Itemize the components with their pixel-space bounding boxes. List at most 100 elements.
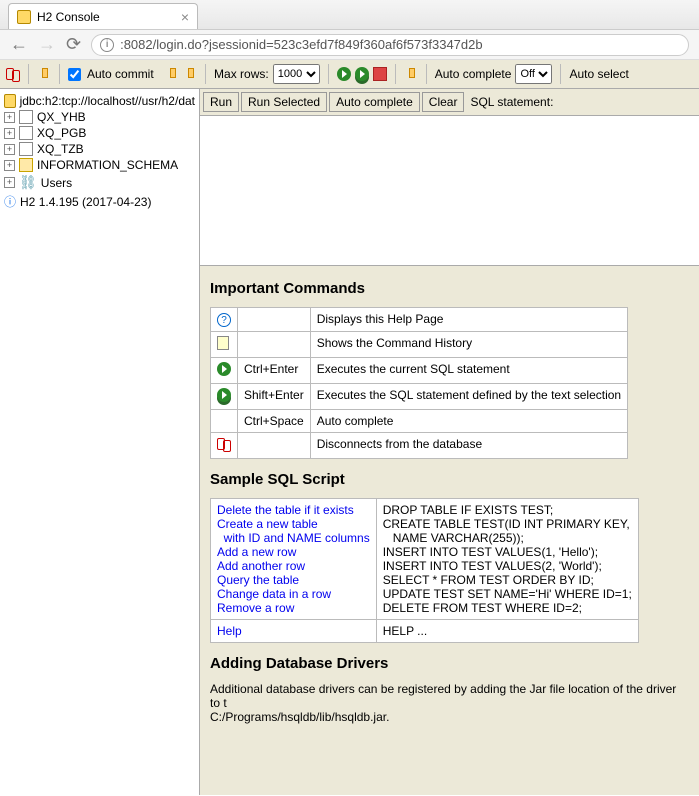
tree-item[interactable]: + INFORMATION_SCHEMA: [4, 157, 195, 173]
disconnect-icon[interactable]: [6, 67, 20, 81]
url-text: :8082/login.do?jsessionid=523c3efd7f849f…: [120, 37, 483, 52]
table-icon: [19, 126, 33, 140]
script-link[interactable]: Remove a row: [217, 601, 294, 615]
reload-button[interactable]: ⟳: [66, 34, 81, 55]
auto-complete-button[interactable]: Auto complete: [329, 92, 420, 112]
commands-table: ? Displays this Help PageShows the Comman…: [210, 307, 628, 459]
command-row: Shows the Command History: [211, 332, 628, 358]
database-icon: [4, 94, 16, 108]
sql-statement-label: SQL statement:: [470, 95, 553, 109]
run-selected-icon[interactable]: [355, 67, 369, 81]
script-links-cell: Delete the table if it exists Create a n…: [211, 499, 377, 620]
script-link[interactable]: Create a new table with ID and NAME colu…: [217, 517, 370, 545]
script-link[interactable]: Delete the table if it exists: [217, 503, 354, 517]
script-sql-cell: DROP TABLE IF EXISTS TEST; CREATE TABLE …: [376, 499, 638, 620]
tree-item[interactable]: + ⛓ Users: [4, 173, 195, 192]
version-row: ⓘ H2 1.4.195 (2017-04-23): [4, 192, 195, 211]
info-icon: ⓘ: [4, 193, 16, 210]
forward-button[interactable]: →: [38, 34, 56, 55]
command-key: [238, 308, 311, 332]
disconnect-icon[interactable]: [217, 437, 231, 451]
command-key: [238, 332, 311, 358]
max-rows-label: Max rows:: [214, 67, 269, 81]
auto-select-label: Auto select: [569, 67, 628, 81]
tree-item[interactable]: + XQ_TZB: [4, 141, 195, 157]
tree-item[interactable]: + XQ_PGB: [4, 125, 195, 141]
table-icon: [19, 142, 33, 156]
help-icon[interactable]: ?: [217, 313, 231, 327]
command-key: Ctrl+Enter: [238, 358, 311, 384]
stop-icon[interactable]: [373, 67, 387, 81]
help-sql-cell: HELP ...: [376, 620, 638, 643]
run-icon[interactable]: [337, 67, 351, 81]
script-link[interactable]: Query the table: [217, 573, 299, 587]
script-heading: Sample SQL Script: [210, 471, 689, 488]
close-icon[interactable]: ×: [181, 9, 189, 25]
command-row: Disconnects from the database: [211, 433, 628, 459]
drivers-heading: Adding Database Drivers: [210, 655, 689, 672]
script-link[interactable]: Add another row: [217, 559, 305, 573]
cancel-icon[interactable]: [404, 67, 418, 81]
commit-icon[interactable]: [165, 67, 179, 81]
command-desc: Auto complete: [310, 410, 627, 433]
toolbar: Auto commit Max rows: 1000 Auto complete…: [0, 60, 699, 89]
run-selected-icon[interactable]: [217, 388, 231, 402]
jdbc-url: jdbc:h2:tcp://localhost//usr/h2/dat: [20, 94, 195, 108]
expand-icon[interactable]: +: [4, 144, 15, 155]
command-key: Ctrl+Space: [238, 410, 311, 433]
command-row: Ctrl+EnterExecutes the current SQL state…: [211, 358, 628, 384]
drivers-text: Additional database drivers can be regis…: [210, 682, 689, 710]
command-row: ? Displays this Help Page: [211, 308, 628, 332]
table-icon: [19, 110, 33, 124]
info-icon[interactable]: i: [100, 38, 114, 52]
url-input[interactable]: i :8082/login.do?jsessionid=523c3efd7f84…: [91, 34, 689, 56]
folder-icon: [19, 158, 33, 172]
command-icon-cell: [211, 384, 238, 410]
clear-button[interactable]: Clear: [422, 92, 465, 112]
command-icon-cell: [211, 410, 238, 433]
command-desc: Disconnects from the database: [310, 433, 627, 459]
rollback-icon[interactable]: [183, 67, 197, 81]
auto-complete-label: Auto complete: [435, 67, 512, 81]
command-desc: Executes the SQL statement defined by th…: [310, 384, 627, 410]
command-key: [238, 433, 311, 459]
command-desc: Displays this Help Page: [310, 308, 627, 332]
sql-textarea[interactable]: [200, 116, 699, 266]
users-icon: ⛓: [19, 174, 37, 191]
script-link[interactable]: Add a new row: [217, 545, 296, 559]
expand-icon[interactable]: +: [4, 112, 15, 123]
refresh-icon[interactable]: [37, 67, 51, 81]
expand-icon[interactable]: +: [4, 128, 15, 139]
auto-commit-checkbox[interactable]: [68, 68, 81, 81]
tab-title: H2 Console: [37, 10, 100, 24]
command-icon-cell: ?: [211, 308, 238, 332]
command-icon-cell: [211, 358, 238, 384]
max-rows-select[interactable]: 1000: [273, 64, 320, 84]
expand-icon[interactable]: +: [4, 177, 15, 188]
back-button[interactable]: ←: [10, 34, 28, 55]
result-panel: Important Commands ? Displays this Help P…: [200, 266, 699, 795]
auto-commit-label: Auto commit: [87, 67, 154, 81]
command-row: Shift+EnterExecutes the SQL statement de…: [211, 384, 628, 410]
commands-heading: Important Commands: [210, 280, 689, 297]
command-icon-cell: [211, 433, 238, 459]
command-key: Shift+Enter: [238, 384, 311, 410]
script-link[interactable]: Help: [217, 624, 242, 638]
command-icon-cell: [211, 332, 238, 358]
favicon-icon: [17, 10, 31, 24]
expand-icon[interactable]: +: [4, 160, 15, 171]
history-icon[interactable]: [217, 336, 229, 350]
browser-tab-bar: H2 Console ×: [0, 0, 699, 30]
db-root[interactable]: jdbc:h2:tcp://localhost//usr/h2/dat: [4, 93, 195, 109]
script-link[interactable]: Change data in a row: [217, 587, 331, 601]
browser-tab[interactable]: H2 Console ×: [8, 3, 198, 29]
run-icon[interactable]: [217, 362, 231, 376]
run-selected-button[interactable]: Run Selected: [241, 92, 327, 112]
drivers-path: C:/Programs/hsqldb/lib/hsqldb.jar.: [210, 710, 689, 724]
command-row: Ctrl+SpaceAuto complete: [211, 410, 628, 433]
tree-item[interactable]: + QX_YHB: [4, 109, 195, 125]
browser-url-bar: ← → ⟳ i :8082/login.do?jsessionid=523c3e…: [0, 30, 699, 60]
auto-complete-select[interactable]: Off: [515, 64, 552, 84]
run-button[interactable]: Run: [203, 92, 239, 112]
help-link-cell: Help: [211, 620, 377, 643]
